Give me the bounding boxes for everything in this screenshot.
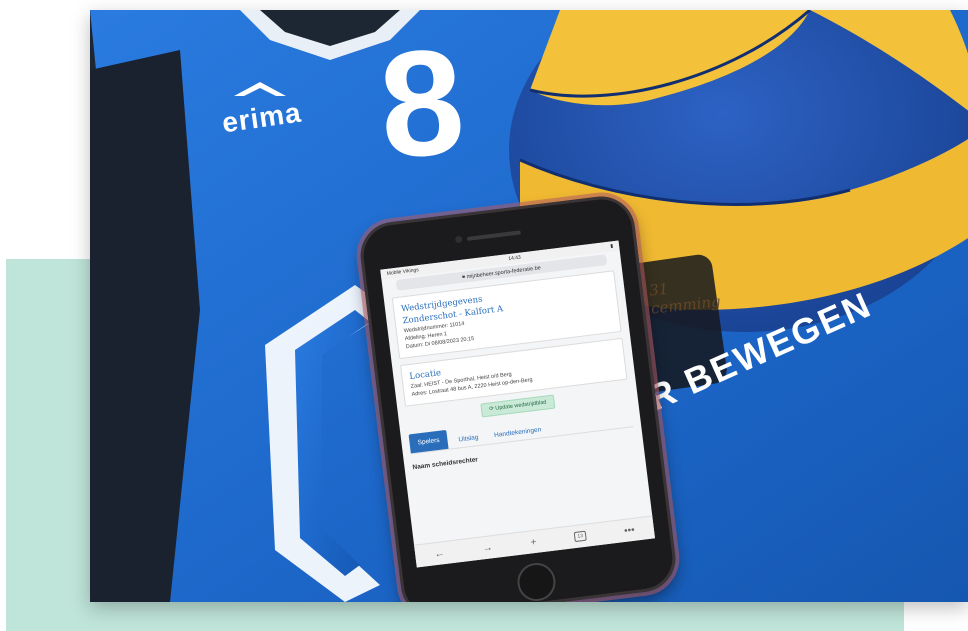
update-match-sheet-button[interactable]: ⟳ Update wedstrijdblad bbox=[480, 394, 556, 418]
tab-spelers[interactable]: Spelers bbox=[408, 429, 449, 454]
phone-screen: Mobile Vikings 14:43 ▮ 🔒︎ mijnbeheer.spo… bbox=[380, 240, 656, 568]
front-camera-icon bbox=[454, 235, 463, 244]
new-tab-icon[interactable]: + bbox=[530, 536, 537, 548]
home-button[interactable] bbox=[515, 560, 558, 602]
back-icon[interactable]: ← bbox=[434, 548, 445, 560]
forward-icon[interactable]: → bbox=[482, 542, 493, 554]
browser-toolbar: ← → + 13 ••• bbox=[414, 515, 656, 568]
battery-icon: ▮ bbox=[610, 243, 614, 250]
smartphone: Mobile Vikings 14:43 ▮ 🔒︎ mijnbeheer.spo… bbox=[352, 188, 684, 602]
jersey-number: 8 bbox=[374, 16, 470, 190]
time-label: 14:43 bbox=[507, 254, 522, 263]
ball-handwriting: 31 cemming bbox=[648, 279, 722, 318]
tab-uitslag[interactable]: Uitslag bbox=[453, 430, 484, 449]
tab-handtekeningen[interactable]: Handtekeningen bbox=[488, 422, 547, 444]
more-menu-icon[interactable]: ••• bbox=[623, 524, 635, 536]
photo: erima 8 ER BEWEGEN 31 cemming Mobile Vik… bbox=[90, 10, 968, 602]
speaker-icon bbox=[466, 230, 521, 241]
carrier-label: Mobile Vikings bbox=[386, 267, 420, 277]
tab-count-icon[interactable]: 13 bbox=[573, 530, 587, 543]
